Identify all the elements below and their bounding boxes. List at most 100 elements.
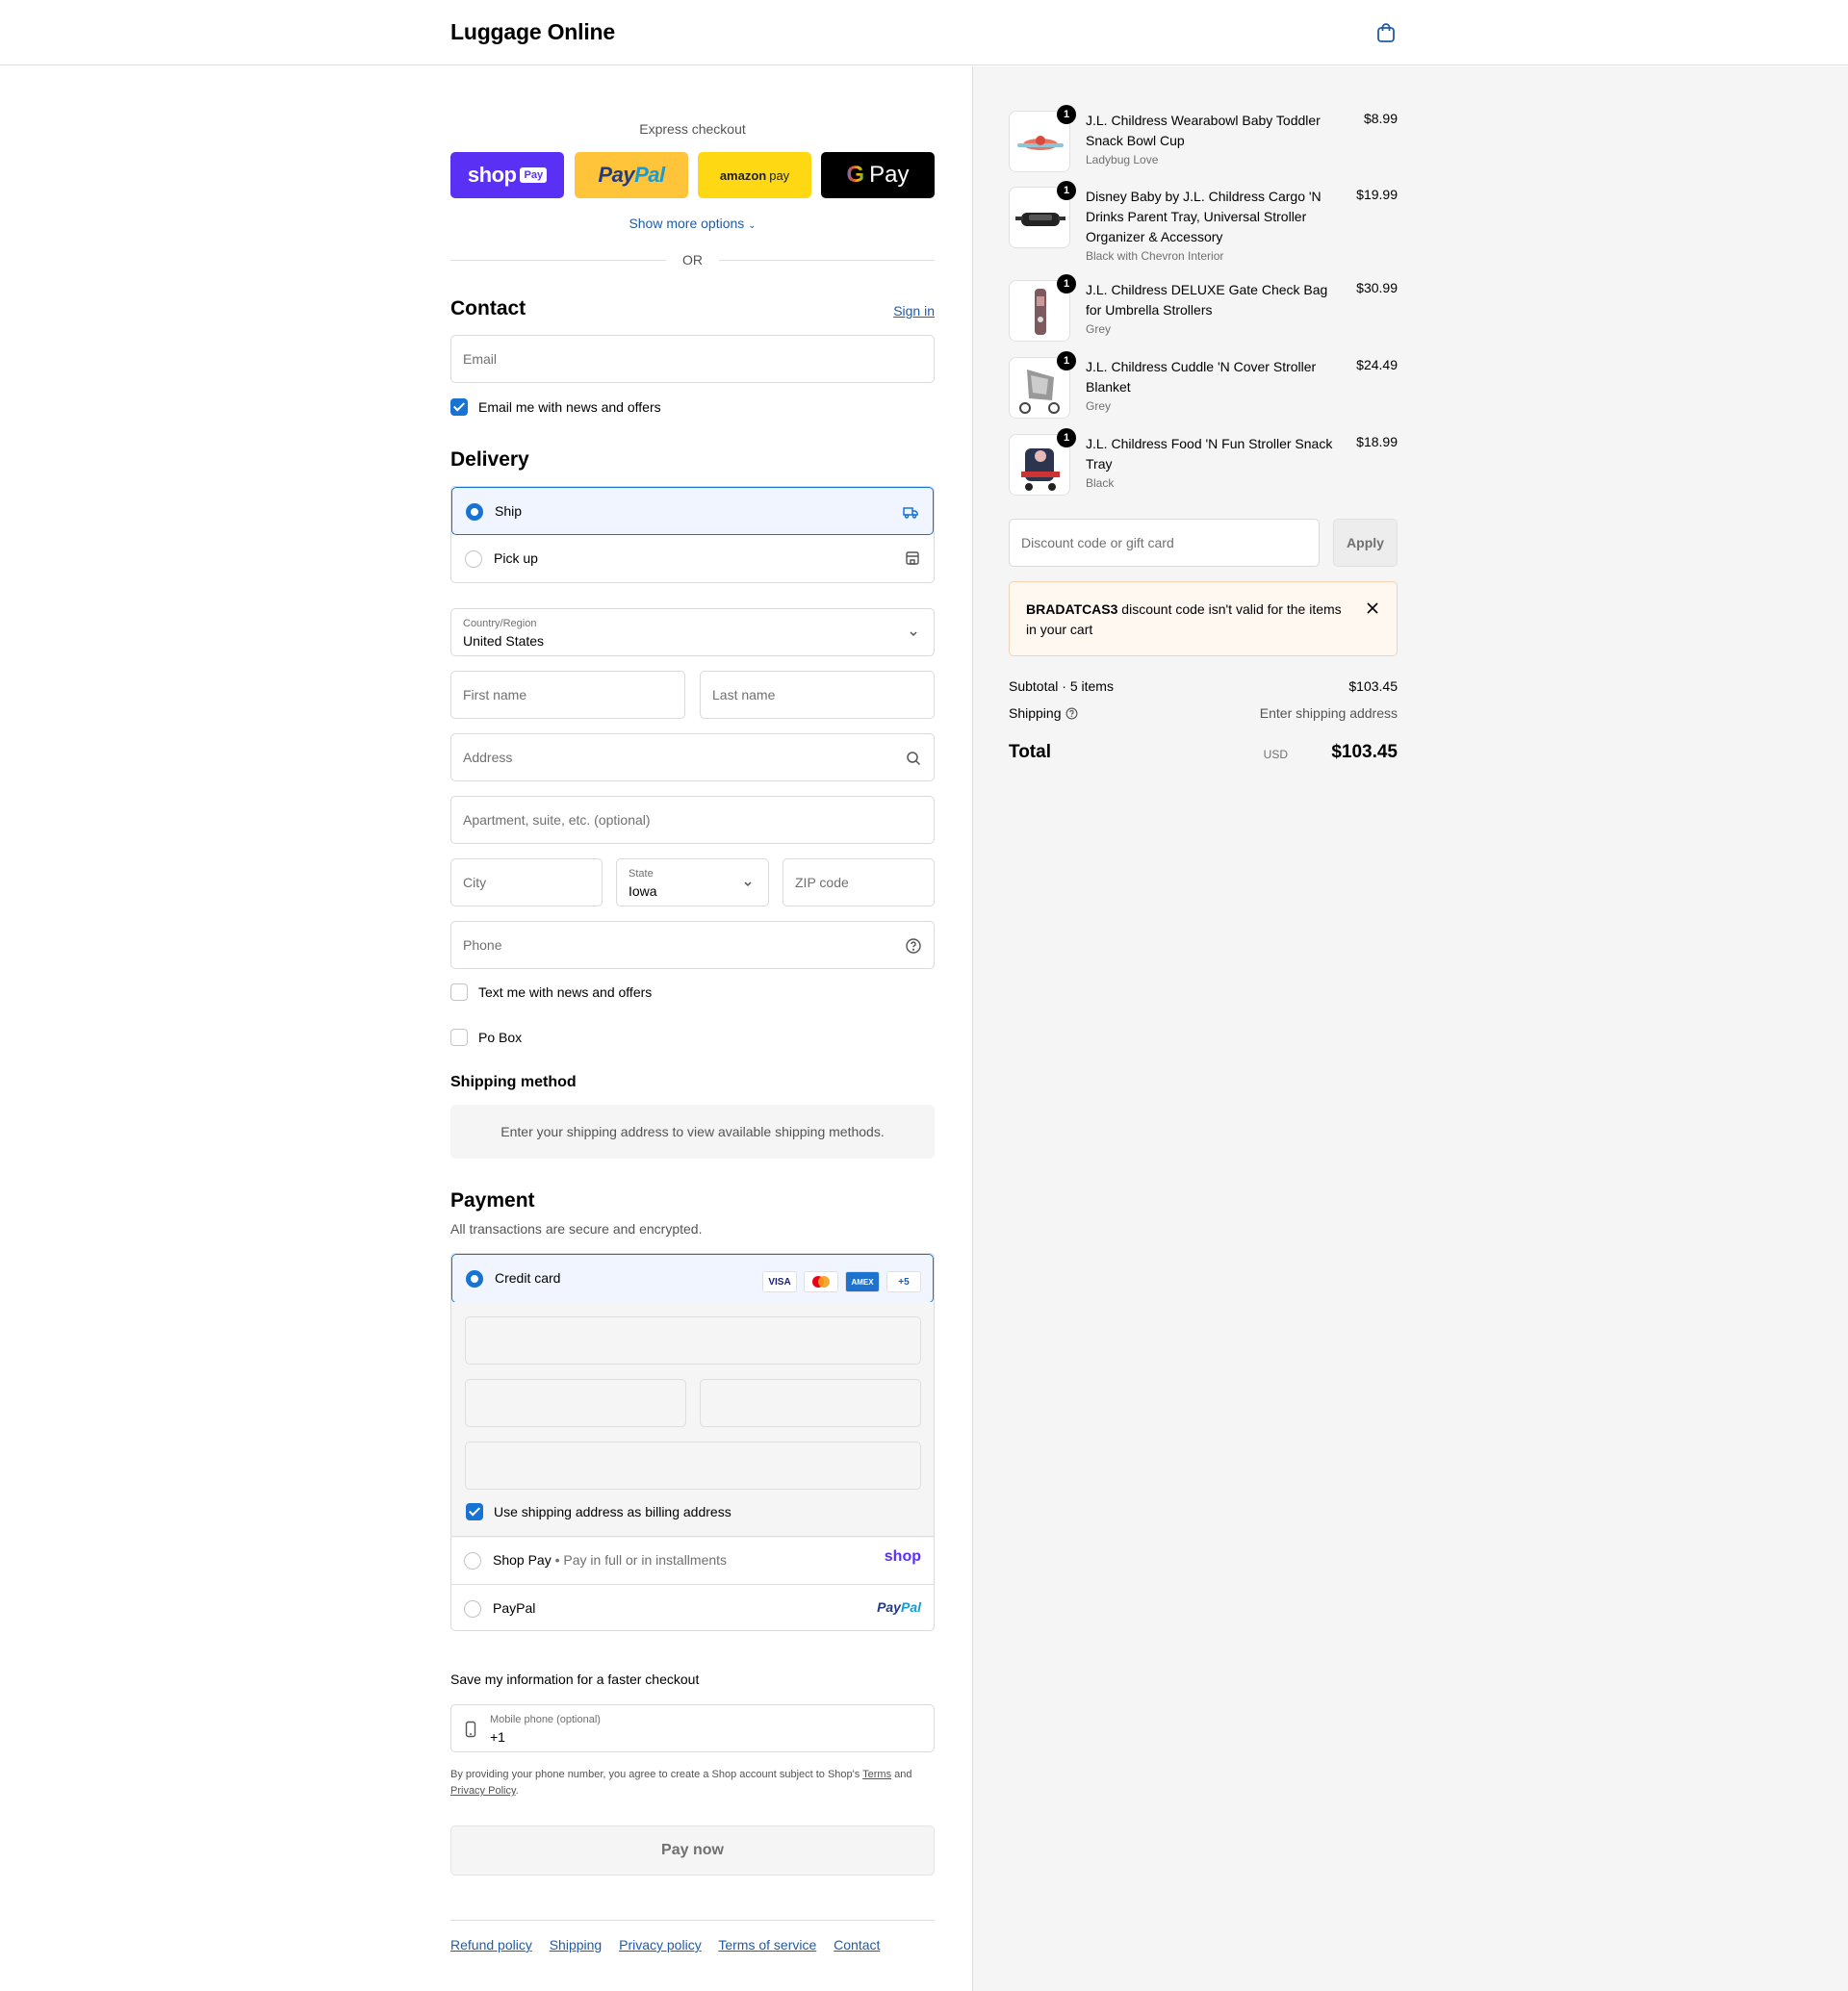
product-price: $24.49 (1356, 357, 1398, 372)
payment-option-shop-pay[interactable]: Shop Pay • Pay in full or in installment… (450, 1537, 935, 1585)
privacy-policy-link[interactable]: Privacy Policy (450, 1785, 516, 1797)
total-label: Total (1009, 742, 1051, 762)
country-label: Country/Region (463, 618, 537, 629)
payment-secure-note: All transactions are secure and encrypte… (450, 1221, 703, 1237)
email-field[interactable]: Email (450, 335, 935, 383)
quantity-badge: 1 (1057, 428, 1076, 447)
shipping-row: Shipping Enter shipping address (1009, 705, 1398, 721)
shop-pay-radio[interactable] (464, 1552, 481, 1570)
po-box-checkbox[interactable] (450, 1029, 468, 1046)
privacy-policy-footer-link[interactable]: Privacy policy (619, 1937, 702, 1953)
state-select[interactable]: State Iowa (616, 858, 769, 906)
or-divider: OR (450, 252, 935, 268)
chevron-down-icon (910, 631, 917, 637)
amazon-pay-button[interactable]: amazon pay (698, 152, 811, 198)
text-me-label: Text me with news and offers (478, 984, 653, 1000)
discount-error-alert: BRADATCAS3 discount code isn't valid for… (1009, 581, 1398, 656)
address-field[interactable]: Address (450, 733, 935, 781)
chevron-down-icon: ⌄ (748, 220, 757, 231)
card-number-field[interactable] (465, 1316, 921, 1365)
zip-field[interactable]: ZIP code (783, 858, 935, 906)
delivery-title: Delivery (450, 448, 529, 471)
visa-icon: VISA (762, 1271, 797, 1292)
delivery-option-pickup[interactable]: Pick up (451, 535, 934, 582)
footer-divider (450, 1920, 935, 1921)
last-name-field[interactable]: Last name (700, 671, 935, 719)
city-placeholder: City (463, 875, 487, 890)
save-info-title: Save my information for a faster checkou… (450, 1672, 700, 1687)
card-name-field[interactable] (465, 1442, 921, 1490)
credit-card-radio[interactable] (466, 1270, 483, 1288)
discount-code-input[interactable]: Discount code or gift card (1009, 519, 1320, 567)
country-value: United States (463, 633, 545, 649)
text-me-checkbox[interactable] (450, 983, 468, 1001)
payment-option-paypal[interactable]: PayPal PayPal (450, 1585, 935, 1631)
billing-same-checkbox[interactable] (466, 1503, 483, 1520)
terms-link[interactable]: Terms (862, 1769, 891, 1780)
discount-placeholder: Discount code or gift card (1021, 535, 1174, 550)
contact-link[interactable]: Contact (834, 1937, 880, 1953)
product-name: J.L. Childress Cuddle 'N Cover Stroller … (1086, 359, 1317, 395)
cart-item-info: J.L. Childress DELUXE Gate Check Bag for… (1086, 280, 1346, 337)
google-pay-button[interactable]: G Pay (821, 152, 935, 198)
city-field[interactable]: City (450, 858, 603, 906)
product-price: $8.99 (1363, 111, 1398, 126)
shop-pay-button[interactable]: shop Pay (450, 152, 564, 198)
quantity-badge: 1 (1057, 181, 1076, 200)
credit-card-form: Use shipping address as billing address (450, 1302, 935, 1538)
refund-policy-link[interactable]: Refund policy (450, 1937, 532, 1953)
shop-legal-text: By providing your phone number, you agre… (450, 1769, 912, 1797)
apply-discount-button[interactable]: Apply (1333, 519, 1398, 567)
delivery-option-ship[interactable]: Ship (451, 487, 934, 535)
paypal-radio[interactable] (464, 1600, 481, 1618)
phone-field[interactable]: Phone (450, 921, 935, 969)
paypal-label: PayPal (493, 1600, 536, 1616)
paypal-button[interactable]: Pay Pal (575, 152, 688, 198)
ship-label: Ship (495, 503, 523, 519)
help-circle-icon[interactable] (905, 937, 922, 955)
mobile-phone-field[interactable]: Mobile phone (optional) +1 (450, 1704, 935, 1752)
close-icon[interactable] (1366, 601, 1379, 615)
truck-icon (903, 507, 918, 519)
product-price: $30.99 (1356, 280, 1398, 295)
payment-title: Payment (450, 1189, 535, 1212)
first-name-placeholder: First name (463, 687, 527, 702)
card-cvv-field[interactable] (700, 1379, 921, 1427)
pay-now-button[interactable]: Pay now (450, 1825, 935, 1876)
last-name-placeholder: Last name (712, 687, 776, 702)
shipping-method-title: Shipping method (450, 1074, 577, 1090)
mobile-phone-icon (465, 1721, 476, 1738)
amex-icon: AMEX (845, 1271, 880, 1292)
pickup-radio[interactable] (465, 550, 482, 568)
amazon-pay-suffix: pay (769, 167, 790, 183)
show-more-options-link[interactable]: Show more options ⌄ (450, 216, 935, 231)
product-name: J.L. Childress Food 'N Fun Stroller Snac… (1086, 436, 1333, 472)
email-placeholder: Email (463, 351, 498, 367)
product-variant: Black with Chevron Interior (1086, 249, 1224, 263)
apartment-field[interactable]: Apartment, suite, etc. (optional) (450, 796, 935, 844)
newsletter-checkbox[interactable] (450, 398, 468, 416)
credit-card-label: Credit card (495, 1270, 561, 1286)
product-name: J.L. Childress Wearabowl Baby Toddler Sn… (1086, 113, 1321, 148)
help-circle-icon[interactable] (1065, 707, 1078, 720)
store-name[interactable]: Luggage Online (450, 19, 615, 45)
state-label: State (629, 868, 654, 880)
or-text: OR (682, 252, 703, 268)
state-value: Iowa (629, 883, 657, 899)
apartment-placeholder: Apartment, suite, etc. (optional) (463, 812, 651, 828)
terms-of-service-link[interactable]: Terms of service (718, 1937, 816, 1953)
first-name-field[interactable]: First name (450, 671, 685, 719)
shipping-policy-link[interactable]: Shipping (550, 1937, 603, 1953)
country-select[interactable]: Country/Region United States (450, 608, 935, 656)
google-pay-word: Pay (869, 162, 910, 188)
sign-in-link[interactable]: Sign in (893, 303, 935, 319)
shopping-bag-icon[interactable] (1376, 22, 1396, 43)
cart-item-info: J.L. Childress Wearabowl Baby Toddler Sn… (1086, 111, 1346, 167)
quantity-badge: 1 (1057, 274, 1076, 294)
express-checkout-label: Express checkout (639, 121, 746, 137)
ship-radio[interactable] (466, 503, 483, 521)
shop-logo: shop (884, 1548, 921, 1565)
payment-option-credit-card[interactable]: Credit card VISA AMEX +5 (451, 1254, 934, 1303)
card-expiry-field[interactable] (465, 1379, 686, 1427)
shop-pay-sub: Pay in full or in installments (563, 1552, 728, 1568)
